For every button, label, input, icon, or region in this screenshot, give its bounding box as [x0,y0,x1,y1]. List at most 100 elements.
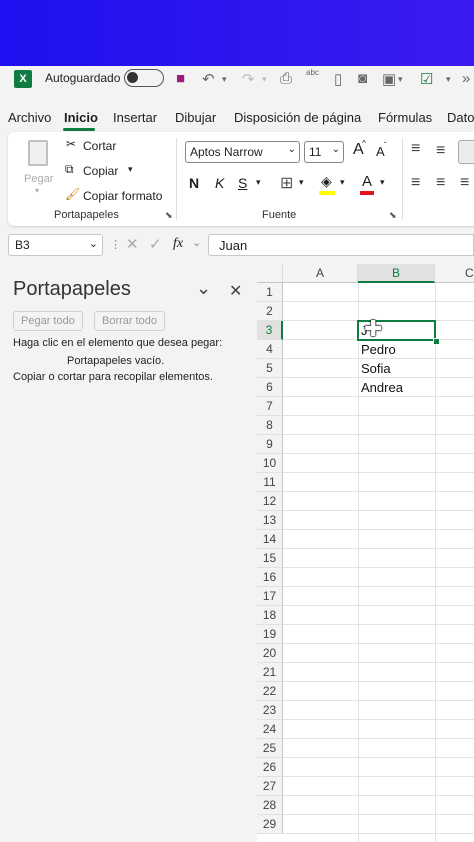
font-size-dropdown[interactable]: 11 ⌄ [304,141,344,163]
borders-icon[interactable]: ⊞ [280,173,293,193]
undo-dropdown-icon[interactable]: ▾ [222,74,227,85]
cell-b6[interactable]: Andrea [361,380,403,395]
name-box[interactable]: B3 ⌄ [8,234,103,256]
row-header[interactable]: 22 [257,682,283,701]
more-icon[interactable]: » [462,70,470,87]
row-header[interactable]: 29 [257,815,283,834]
camera-dropdown-icon[interactable]: ▾ [398,74,403,85]
row-header[interactable]: 21 [257,663,283,682]
align-middle-icon[interactable]: ≡ [436,142,445,160]
column-header-b[interactable]: B [358,264,435,283]
row-header[interactable]: 28 [257,796,283,815]
underline-dropdown-icon[interactable]: ▾ [256,177,261,188]
row-header[interactable]: 25 [257,739,283,758]
fill-handle[interactable] [433,338,440,345]
wrap-text-button[interactable] [458,140,474,164]
print-icon[interactable]: ⎙ [280,70,292,87]
copy-button[interactable]: Copiar [83,164,118,178]
new-file-icon[interactable]: ▯ [334,70,342,88]
row-header[interactable]: 27 [257,777,283,796]
close-icon[interactable]: ✕ [229,281,242,301]
tab-archivo[interactable]: Archivo [8,110,51,125]
row-header[interactable]: 6 [257,378,283,397]
font-name-dropdown[interactable]: Aptos Narrow ⌄ [185,141,300,163]
customize-dropdown-icon[interactable]: ▾ [446,74,451,85]
tab-dibujar[interactable]: Dibujar [175,110,216,125]
undo-icon[interactable]: ↶ [202,70,215,88]
row-header[interactable]: 12 [257,492,283,511]
row-gridline [283,643,474,644]
align-left-icon[interactable]: ≡ [411,174,420,192]
spelling-icon[interactable]: abc [306,68,319,77]
row-header[interactable]: 13 [257,511,283,530]
borders-dropdown-icon[interactable]: ▾ [299,177,304,188]
row-header[interactable]: 20 [257,644,283,663]
save-icon[interactable]: ■ [176,70,185,87]
spreadsheet-grid[interactable]: A B C 1 2 3 4 5 6 7 8 9 10 11 12 13 14 15 16 17 18 19 20 21 2… [257,264,474,842]
column-header-c[interactable]: C [435,264,474,283]
row-header[interactable]: 14 [257,530,283,549]
camera-icon[interactable]: ▣ [382,70,396,88]
cancel-icon[interactable]: ✕ [126,235,139,253]
row-header[interactable]: 2 [257,302,283,321]
fx-dropdown-icon[interactable]: ⌄ [192,236,201,249]
row-header[interactable]: 26 [257,758,283,777]
enter-icon[interactable]: ✓ [149,235,162,253]
pane-options-icon[interactable]: ⌄ [196,278,211,299]
select-all-corner[interactable] [257,264,283,283]
align-center-icon[interactable]: ≡ [436,174,445,192]
format-painter-button[interactable]: Copiar formato [83,189,162,203]
align-top-icon[interactable]: ≡ [411,140,420,158]
copy-dropdown-icon[interactable]: ▾ [128,164,133,175]
check-icon[interactable]: ☑ [420,70,433,88]
paste-all-button[interactable]: Pegar todo [13,311,83,331]
redo-dropdown-icon[interactable]: ▾ [262,74,267,85]
row-header[interactable]: 8 [257,416,283,435]
cut-button[interactable]: Cortar [83,139,116,153]
clear-all-button[interactable]: Borrar todo [94,311,166,331]
tab-datos[interactable]: Dato [447,110,474,125]
row-header[interactable]: 16 [257,568,283,587]
row-header[interactable]: 11 [257,473,283,492]
italic-button[interactable]: K [215,175,224,191]
more-options-icon[interactable]: ⋮ [110,238,121,251]
align-right-icon[interactable]: ≡ [460,174,469,192]
tab-disposicion[interactable]: Disposición de página [234,110,361,125]
column-header-a[interactable]: A [283,264,358,283]
row-header[interactable]: 10 [257,454,283,473]
autosave-toggle[interactable] [124,69,164,87]
screenshot-icon[interactable]: ◙ [358,70,367,87]
insert-function-button[interactable]: fx [173,236,183,252]
paste-button[interactable]: Pegar ▾ [22,138,56,195]
row-header[interactable]: 4 [257,340,283,359]
cell-b5[interactable]: Sofia [361,361,391,376]
row-header[interactable]: 15 [257,549,283,568]
row-header[interactable]: 17 [257,587,283,606]
font-dialog-launcher-icon[interactable]: ⬊ [389,210,397,221]
row-header[interactable]: 3 [257,321,283,340]
font-color-button[interactable]: A [362,173,372,190]
paste-icon [28,140,48,166]
row-header[interactable]: 18 [257,606,283,625]
row-header[interactable]: 24 [257,720,283,739]
fill-dropdown-icon[interactable]: ▾ [340,177,345,188]
row-header[interactable]: 23 [257,701,283,720]
row-header[interactable]: 19 [257,625,283,644]
fill-color-icon[interactable]: ◈ [321,173,332,190]
cell-b4[interactable]: Pedro [361,342,396,357]
underline-button[interactable]: S [238,175,247,191]
pane-title: Portapapeles [13,278,131,300]
tab-formulas[interactable]: Fórmulas [378,110,432,125]
row-header[interactable]: 5 [257,359,283,378]
font-color-dropdown-icon[interactable]: ▾ [380,177,385,188]
clipboard-dialog-launcher-icon[interactable]: ⬊ [165,210,173,221]
tab-inicio[interactable]: Inicio [64,110,98,125]
bold-button[interactable]: N [189,175,199,191]
row-header[interactable]: 7 [257,397,283,416]
shrink-arrow-icon: ˇ [384,141,387,150]
row-header[interactable]: 1 [257,283,283,302]
redo-icon[interactable]: ↷ [242,70,255,88]
row-header[interactable]: 9 [257,435,283,454]
formula-input[interactable]: Juan [208,234,474,256]
tab-insertar[interactable]: Insertar [113,110,157,125]
